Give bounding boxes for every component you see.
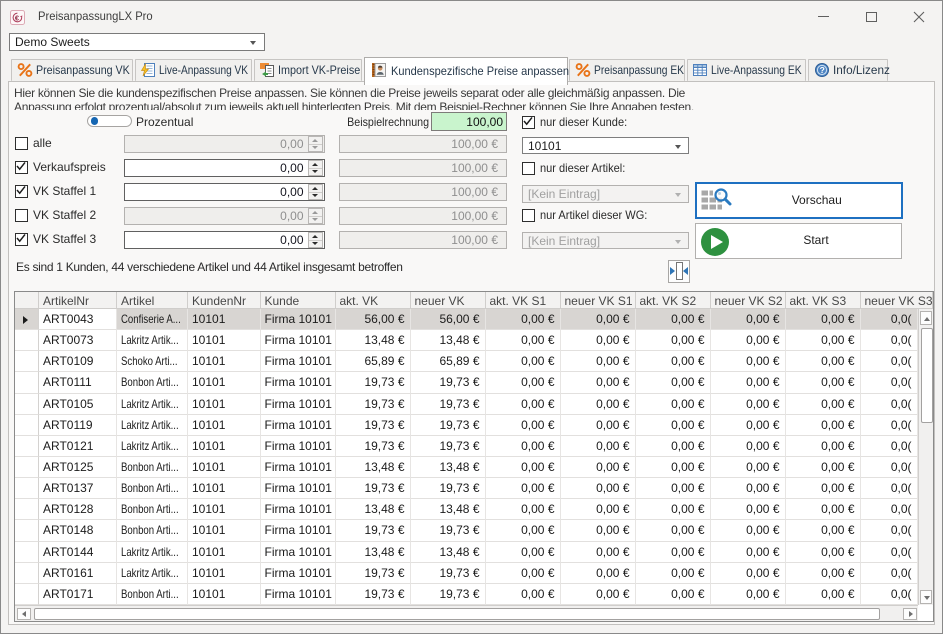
svg-text:?: ?: [820, 65, 825, 75]
